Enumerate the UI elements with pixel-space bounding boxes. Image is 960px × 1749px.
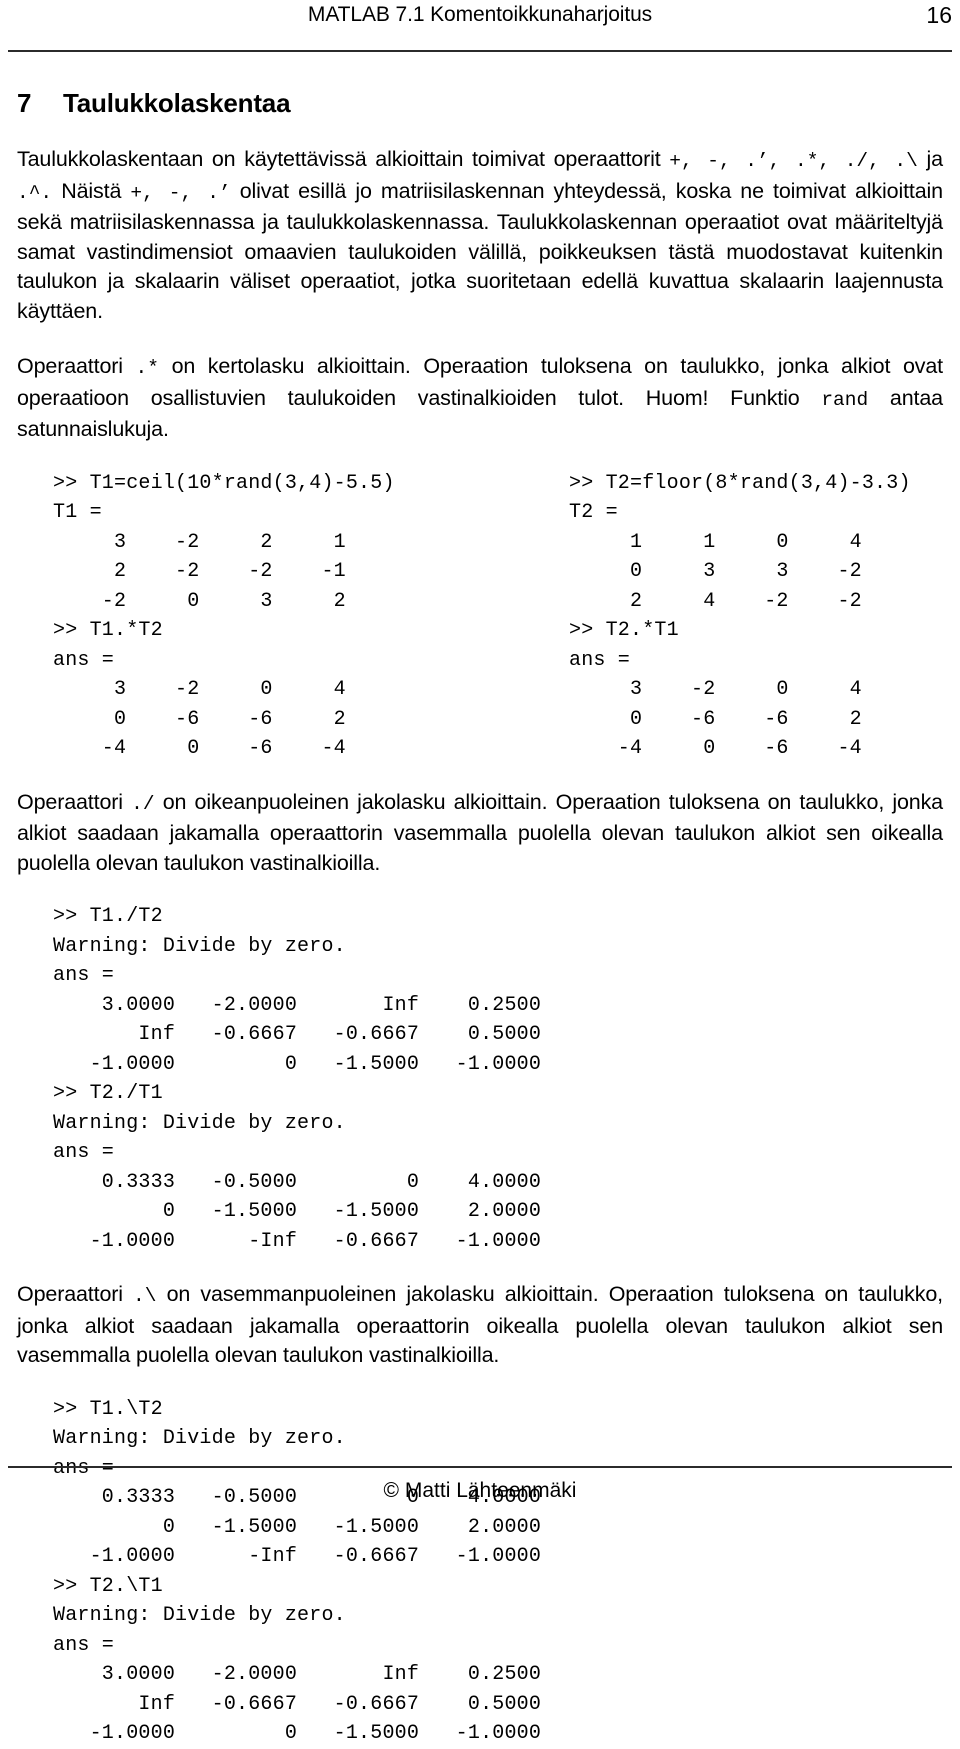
console-output-t1: >> T1=ceil(10*rand(3,4)-5.5) T1 = 3 -2 2… [53,471,395,761]
section-number: 7 [17,88,32,118]
intro-text-1: Taulukkolaskentaan on käytettävissä alki… [17,147,670,171]
section-title: Taulukkolaskentaa [63,88,291,118]
rdiv-operator: ./ [131,792,155,815]
console-output-right-divide: >> T1./T2 Warning: Divide by zero. ans =… [53,905,542,1253]
ldiv-text-1: Operaattori [17,1282,134,1306]
rdiv-text-1: Operaattori [17,789,132,814]
console-output-left-divide: >> T1.\T2 Warning: Divide by zero. ans =… [53,1397,542,1746]
ldiv-operator: .\ [133,1285,157,1307]
console-output-t2: >> T2=floor(8*rand(3,4)-3.3) T2 = 1 1 0 … [569,471,911,761]
intro-text-3: Näistä [52,178,131,203]
rdiv-text-2: on oikeanpuoleinen jakolasku alkioittain… [17,789,943,875]
intro-operators-3: +, -, .’ [130,181,231,204]
intro-operators-1: +, -, .’, .*, ./, .\ [669,150,918,172]
document-page: MATLAB 7.1 Komentoikkunaharjoitus 16 7 T… [0,0,960,1745]
header-title: MATLAB 7.1 Komentoikkunaharjoitus [307,3,653,26]
header-divider [8,50,952,52]
mult-text-1: Operaattori [17,354,136,378]
mult-operator: .* [135,357,159,379]
rand-function-name: rand [821,388,869,411]
console-block-multiply: >> T1=ceil(10*rand(3,4)-5.5) T1 = 3 -2 2… [17,469,943,764]
running-header: MATLAB 7.1 Komentoikkunaharjoitus 16 [8,0,952,46]
footer-copyright: © Matti Lähteenmäki [383,1479,577,1502]
paragraph-right-divide: Operaattori ./ on oikeanpuoleinen jakola… [17,788,943,879]
ldiv-text-2: on vasemmanpuoleinen jakolasku alkioitta… [17,1282,943,1367]
section-heading: 7 Taulukkolaskentaa [17,88,943,119]
page-footer: © Matti Lähteenmäki [8,1466,952,1506]
page-number: 16 [926,2,952,28]
intro-operators-2: .^. [17,181,53,204]
paragraph-left-divide: Operaattori .\ on vasemmanpuoleinen jako… [17,1280,943,1371]
paragraph-elementwise-multiply: Operaattori .* on kertolasku alkioittain… [17,352,943,445]
intro-text-2: ja [917,147,944,171]
paragraph-intro: Taulukkolaskentaan on käytettävissä alki… [17,145,943,326]
